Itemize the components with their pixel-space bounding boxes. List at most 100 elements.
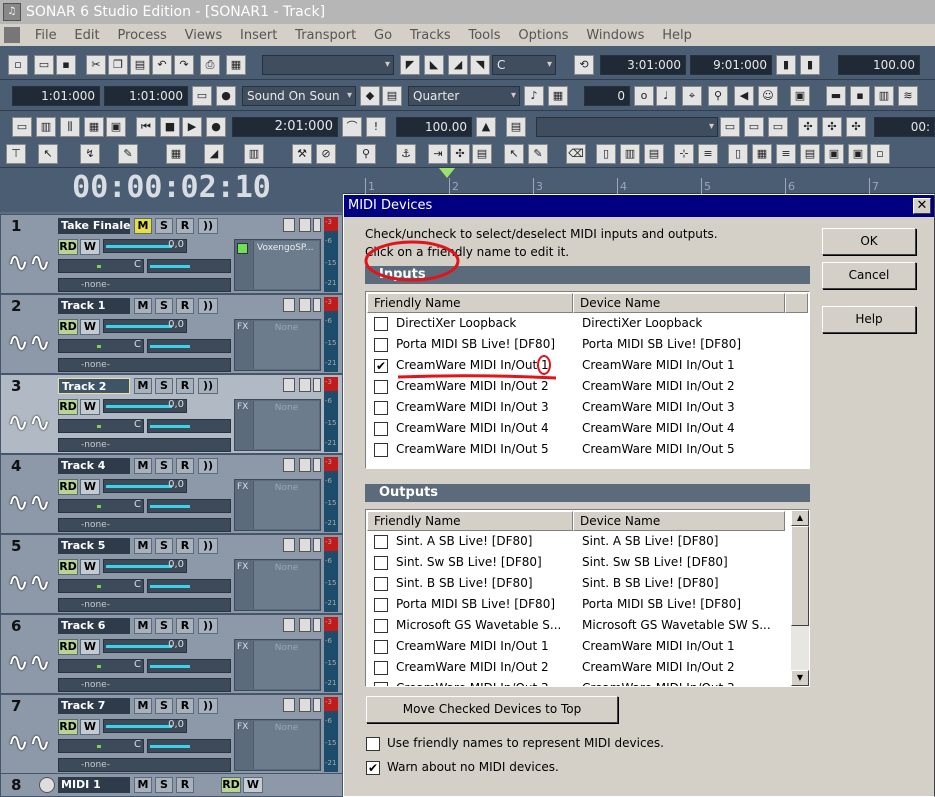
fx-bin[interactable]: FX None xyxy=(234,639,321,691)
inputs-device-row[interactable]: CreamWare MIDI In/Out 2 CreamWare MIDI I… xyxy=(366,377,809,398)
toolbar-icon-aj[interactable]: ⚒ xyxy=(292,144,312,164)
mute-button[interactable]: M xyxy=(134,777,152,793)
track-icon-c[interactable] xyxy=(313,298,321,312)
open-file-icon[interactable]: ▭ xyxy=(34,55,54,75)
input-echo-icon[interactable]: )) xyxy=(198,458,218,474)
device-checkbox[interactable] xyxy=(374,535,388,549)
toolbar-icon-ad[interactable]: ✣ xyxy=(822,117,842,137)
friendly-name-cell[interactable]: DirectiXer Loopback xyxy=(396,316,516,330)
thru-time-field[interactable]: 9:01:000 xyxy=(690,55,772,75)
friendly-name-cell[interactable]: CreamWare MIDI In/Out 4 xyxy=(396,421,549,435)
trim-slider[interactable] xyxy=(147,339,231,353)
track-icon-c[interactable] xyxy=(313,378,321,392)
input-select[interactable]: -none- xyxy=(58,598,231,612)
toolbar-icon-n[interactable]: o xyxy=(634,86,654,106)
input-echo-icon[interactable]: )) xyxy=(198,378,218,394)
toolbar-icon-af[interactable]: ⊤ xyxy=(6,144,26,164)
note-icon[interactable]: ♩ xyxy=(656,86,676,106)
write-automation-button[interactable]: W xyxy=(80,399,100,415)
volume-slider[interactable]: 0,0 xyxy=(103,399,187,413)
col-device-name[interactable]: Device Name xyxy=(573,511,785,531)
trim-slider[interactable] xyxy=(147,419,231,433)
write-automation-button[interactable]: W xyxy=(80,719,100,735)
track-icon-a[interactable] xyxy=(283,378,295,392)
pan-slider[interactable]: C xyxy=(58,499,144,513)
input-select[interactable]: -none- xyxy=(58,438,231,452)
friendly-name-cell[interactable]: Porta MIDI SB Live! [DF80] xyxy=(396,337,555,351)
input-echo-icon[interactable]: )) xyxy=(198,698,218,714)
friendly-name-cell[interactable]: CreamWare MIDI In/Out 2 xyxy=(396,660,549,674)
eraser-icon[interactable]: ⌫ xyxy=(566,144,586,164)
menu-file[interactable]: File xyxy=(28,25,64,47)
trim-slider[interactable] xyxy=(147,659,231,673)
toolbar-icon-g[interactable]: ▮ xyxy=(800,55,820,75)
trim-slider[interactable] xyxy=(147,739,231,753)
track-icon-a[interactable] xyxy=(283,458,295,472)
toolbar-icon-ak[interactable]: ⊘ xyxy=(316,144,336,164)
toolbar-icon-w[interactable]: ! xyxy=(366,117,386,137)
toolbar-icon-bb[interactable]: ▣ xyxy=(848,144,868,164)
track-icon-c[interactable] xyxy=(313,698,321,712)
device-checkbox[interactable] xyxy=(374,401,388,415)
record-arm-button[interactable]: R xyxy=(176,458,194,474)
fx-name[interactable]: None xyxy=(253,721,319,769)
friendly-name-cell[interactable]: CreamWare MIDI In/Out 3 xyxy=(396,400,549,414)
solo-button[interactable]: S xyxy=(155,538,173,554)
toolbar-icon-ag[interactable]: ↯ xyxy=(80,144,100,164)
record-arm-button[interactable]: R xyxy=(176,378,194,394)
fx-bin[interactable]: FX None xyxy=(234,559,321,611)
input-echo-icon[interactable]: )) xyxy=(198,298,218,314)
track-2[interactable]: 2 ∿∿ Track 1 M S R )) RD W 0,0 C -none- … xyxy=(0,294,343,374)
toolbar-icon-z[interactable]: ▭ xyxy=(720,117,740,137)
record-icon[interactable]: ● xyxy=(206,117,226,137)
track-icon-b[interactable] xyxy=(299,378,311,392)
track-icon-b[interactable] xyxy=(299,458,311,472)
now-marker-icon[interactable] xyxy=(439,168,455,180)
toolbar-icon-i[interactable]: ● xyxy=(216,86,236,106)
toolbar-icon-ac[interactable]: ✣ xyxy=(798,117,818,137)
record-arm-button[interactable]: R xyxy=(176,218,194,234)
friendly-name-cell[interactable]: CreamWare MIDI In/Out 1 xyxy=(396,639,549,653)
track-icon-c[interactable] xyxy=(313,218,321,232)
friendly-name-cell[interactable]: Sint. Sw SB Live! [DF80] xyxy=(396,555,542,569)
friendly-name-cell[interactable]: Microsoft GS Wavetable S... xyxy=(396,618,561,632)
friendly-name-cell[interactable]: Porta MIDI SB Live! [DF80] xyxy=(396,597,555,611)
toolbar-icon-b[interactable]: ◤ xyxy=(400,55,420,75)
read-automation-button[interactable]: RD xyxy=(58,479,78,495)
outputs-device-row[interactable]: Porta MIDI SB Live! [DF80] Porta MIDI SB… xyxy=(366,595,809,616)
trim-slider[interactable] xyxy=(147,499,231,513)
track-icon-b[interactable] xyxy=(299,218,311,232)
time-field-b[interactable]: 1:01:000 xyxy=(104,86,188,106)
inputs-device-row[interactable]: Porta MIDI SB Live! [DF80] Porta MIDI SB… xyxy=(366,335,809,356)
trim-slider[interactable] xyxy=(147,579,231,593)
help-button[interactable]: Help xyxy=(822,306,916,333)
track-icon-b[interactable] xyxy=(299,298,311,312)
track-icon-c[interactable] xyxy=(313,618,321,632)
input-select[interactable]: -none- xyxy=(58,678,231,692)
mute-button[interactable]: M xyxy=(134,298,152,314)
read-automation-button[interactable]: RD xyxy=(58,239,78,255)
menu-tracks[interactable]: Tracks xyxy=(403,25,458,47)
write-automation-button[interactable]: W xyxy=(80,239,100,255)
track-name[interactable]: Track 1 xyxy=(58,298,130,314)
stop-icon[interactable]: ■ xyxy=(160,117,180,137)
track-icon-b[interactable] xyxy=(299,538,311,552)
input-select[interactable]: -none- xyxy=(58,278,231,292)
pan-slider[interactable]: C xyxy=(58,419,144,433)
mute-button[interactable]: M xyxy=(134,218,152,234)
fx-name[interactable]: None xyxy=(253,561,319,609)
toolbar-icon-ap[interactable]: ↖ xyxy=(504,144,524,164)
toolbar-icon-al[interactable]: ⚓ xyxy=(396,144,416,164)
device-checkbox[interactable] xyxy=(374,422,388,436)
friendly-name-cell[interactable]: CreamWare MIDI In/Out 2 xyxy=(396,379,549,393)
toolbar-icon-ay[interactable]: ≡ xyxy=(776,144,796,164)
toolbar-icon-l[interactable]: ♪ xyxy=(524,86,544,106)
menu-options[interactable]: Options xyxy=(511,25,575,47)
toolbar-combo-1[interactable] xyxy=(262,55,394,75)
inputs-device-row[interactable]: CreamWare MIDI In/Out 4 CreamWare MIDI I… xyxy=(366,419,809,440)
toolbar-icon-aw[interactable]: ▯ xyxy=(728,144,748,164)
solo-button[interactable]: S xyxy=(155,698,173,714)
key-select[interactable]: C xyxy=(492,55,556,75)
toolbar-icon-aq[interactable]: ✎ xyxy=(528,144,548,164)
track-name[interactable]: Track 4 xyxy=(58,458,130,474)
